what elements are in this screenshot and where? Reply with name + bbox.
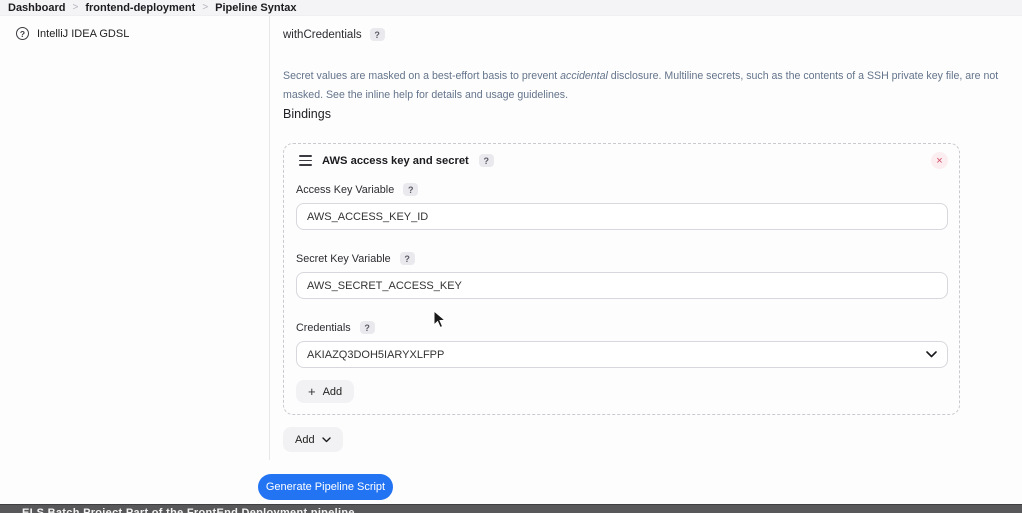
section-title-row: withCredentials ?	[283, 28, 385, 41]
help-icon[interactable]: ?	[478, 154, 494, 167]
breadcrumb-item-pipeline-syntax[interactable]: Pipeline Syntax	[215, 2, 296, 14]
status-bar-clipped-text: ELS Batch Project Part of the FrontEnd D…	[22, 507, 355, 513]
secret-key-variable-label: Secret Key Variable	[296, 252, 391, 265]
chevron-right-icon: >	[202, 2, 209, 13]
field-label-row: Secret Key Variable ?	[296, 252, 415, 265]
description-line1: Secret values are masked on a best-effor…	[283, 70, 561, 82]
binding-card-header: AWS access key and secret ?	[299, 154, 494, 167]
generate-pipeline-script-button[interactable]: Generate Pipeline Script	[258, 474, 393, 500]
breadcrumb-item-job[interactable]: frontend-deployment	[85, 2, 195, 14]
chevron-down-icon	[926, 351, 937, 358]
credentials-label: Credentials	[296, 321, 351, 334]
plus-icon: +	[308, 384, 316, 399]
description-line2: masked. See the inline help for details …	[283, 89, 569, 101]
add-binding-label: Add	[322, 385, 343, 398]
breadcrumb: Dashboard > frontend-deployment > Pipeli…	[0, 0, 1022, 16]
section-title: withCredentials	[283, 28, 362, 41]
help-icon[interactable]: ?	[399, 252, 415, 265]
bindings-heading: Bindings	[283, 107, 331, 121]
field-label-row: Access Key Variable ?	[296, 183, 419, 196]
sidebar-item-label: IntelliJ IDEA GDSL	[37, 27, 130, 40]
drag-handle-icon[interactable]	[299, 155, 312, 166]
access-key-variable-label: Access Key Variable	[296, 183, 395, 196]
question-circle-icon: ?	[16, 27, 29, 40]
sidebar: ? IntelliJ IDEA GDSL	[0, 16, 270, 460]
help-icon[interactable]: ?	[359, 321, 375, 334]
help-icon[interactable]: ?	[403, 183, 419, 196]
description-line1-end: disclosure. Multiline secrets, such as t…	[607, 70, 999, 82]
main-content: withCredentials ? Secret values are mask…	[271, 16, 1022, 513]
sidebar-item-intellij-gdsl[interactable]: ? IntelliJ IDEA GDSL	[0, 16, 269, 40]
credentials-selected-value: AKIAZQ3DOH5IARYXLFPP	[307, 348, 445, 361]
chevron-down-icon	[321, 436, 331, 442]
add-binding-button[interactable]: + Add	[296, 380, 355, 403]
credentials-select[interactable]: AKIAZQ3DOH5IARYXLFPP	[296, 341, 948, 368]
breadcrumb-item-dashboard[interactable]: Dashboard	[8, 2, 65, 14]
add-dropdown-button[interactable]: Add	[283, 427, 343, 452]
description-italic: accidental	[560, 70, 608, 82]
bottom-status-bar: ELS Batch Project Part of the FrontEnd D…	[0, 504, 1022, 513]
add-dropdown-label: Add	[295, 433, 315, 446]
remove-binding-button[interactable]: ×	[931, 152, 948, 169]
access-key-variable-input[interactable]	[296, 203, 948, 230]
secret-key-variable-input[interactable]	[296, 272, 948, 299]
help-icon[interactable]: ?	[369, 28, 385, 41]
chevron-right-icon: >	[72, 2, 79, 13]
description-text: Secret values are masked on a best-effor…	[283, 67, 998, 105]
binding-card: AWS access key and secret ? × Access Key…	[283, 143, 960, 415]
field-label-row: Credentials ?	[296, 321, 375, 334]
binding-card-title: AWS access key and secret	[322, 154, 469, 167]
